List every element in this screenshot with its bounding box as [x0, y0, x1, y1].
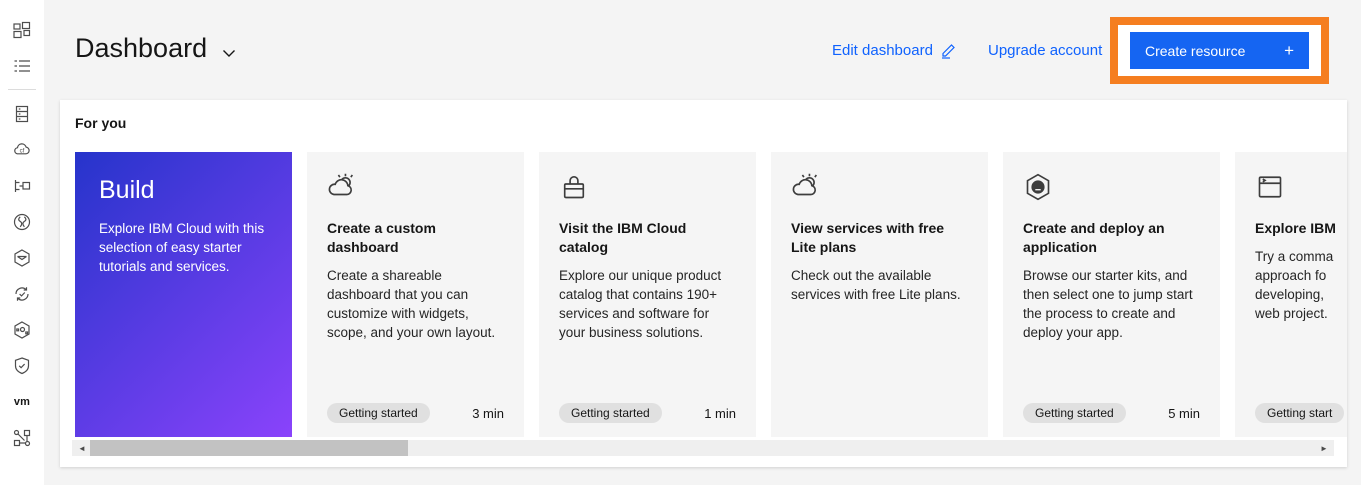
card-footer: Getting started 3 min	[327, 403, 504, 423]
create-resource-label: Create resource	[1145, 43, 1245, 59]
scroll-left-arrow[interactable]: ◄	[74, 440, 90, 456]
sync-check-icon	[12, 284, 32, 304]
cloud-foundry-icon: cf	[12, 140, 32, 160]
card-footer: Getting started 1 min	[559, 403, 736, 423]
sidebar-item-resource-list[interactable]	[0, 48, 44, 84]
edit-dashboard-link[interactable]: Edit dashboard	[832, 42, 957, 59]
card-title: Create and deploy an application	[1023, 219, 1200, 257]
left-nav: cf	[0, 0, 44, 485]
catalog-bag-icon	[559, 172, 589, 202]
card-build[interactable]: Build Explore IBM Cloud with this select…	[75, 152, 292, 437]
sidebar-divider	[8, 89, 36, 90]
card-body: Check out the available services with fr…	[791, 266, 968, 304]
getting-started-badge: Getting started	[1023, 403, 1126, 423]
network-graph-icon	[12, 428, 32, 448]
sidebar-item-services[interactable]	[0, 276, 44, 312]
upgrade-account-link[interactable]: Upgrade account	[988, 42, 1102, 59]
sidebar-item-apps[interactable]	[0, 240, 44, 276]
partly-cloudy-icon	[327, 172, 357, 202]
card-visit-catalog[interactable]: Visit the IBM Cloud catalog Explore our …	[539, 152, 756, 437]
sidebar-item-infrastructure[interactable]	[0, 168, 44, 204]
shield-check-icon	[12, 356, 32, 376]
card-body: Browse our starter kits, and then select…	[1023, 266, 1200, 342]
pencil-icon	[940, 42, 957, 59]
sidebar-item-functions[interactable]	[0, 204, 44, 240]
card-lite-plans[interactable]: View services with free Lite plans Check…	[771, 152, 988, 437]
card-footer: Getting start	[1255, 403, 1347, 423]
card-body-line: web project.	[1255, 304, 1347, 323]
list-icon	[12, 56, 32, 76]
card-title: Build	[99, 176, 268, 205]
vmware-label: vm	[14, 396, 30, 408]
card-body-line: Try a comma	[1255, 247, 1347, 266]
card-body: Create a shareable dashboard that you ca…	[327, 266, 504, 342]
create-resource-button[interactable]: Create resource +	[1130, 32, 1309, 69]
getting-started-badge: Getting started	[327, 403, 430, 423]
card-title: View services with free Lite plans	[791, 219, 968, 257]
for-you-panel: For you Build Explore IBM Cloud with thi…	[60, 100, 1347, 467]
annotation-highlight-box: Create resource +	[1110, 17, 1329, 84]
card-title: Create a custom dashboard	[327, 219, 504, 257]
card-body-line: approach fo	[1255, 266, 1347, 285]
cards-row: Build Explore IBM Cloud with this select…	[75, 152, 1347, 437]
sidebar-item-security[interactable]	[0, 348, 44, 384]
card-create-custom-dashboard[interactable]: Create a custom dashboard Create a share…	[307, 152, 524, 437]
card-title: Explore IBM	[1255, 219, 1347, 238]
sidebar-item-interconnect[interactable]	[0, 420, 44, 456]
getting-started-badge: Getting start	[1255, 403, 1344, 423]
plus-icon: +	[1284, 41, 1294, 61]
upgrade-account-label: Upgrade account	[988, 42, 1102, 59]
dashboard-switcher[interactable]	[222, 45, 236, 63]
infrastructure-icon	[12, 176, 32, 196]
sidebar-item-cloud-foundry[interactable]: cf	[0, 132, 44, 168]
package-hexagon-icon	[12, 248, 32, 268]
duration-label: 5 min	[1168, 406, 1200, 421]
card-explore-ibm-cli[interactable]: Explore IBM Try a comma approach fo deve…	[1235, 152, 1347, 437]
section-title: For you	[75, 115, 126, 131]
chevron-down-icon	[222, 49, 236, 58]
kubernetes-icon	[12, 320, 32, 340]
card-body: Explore our unique product catalog that …	[559, 266, 736, 342]
duration-label: 3 min	[472, 406, 504, 421]
scroll-right-arrow[interactable]: ►	[1316, 440, 1332, 456]
edit-dashboard-label: Edit dashboard	[832, 42, 933, 59]
dashboard-grid-icon	[12, 20, 32, 40]
page-title: Dashboard	[75, 33, 207, 64]
partly-cloudy-icon	[791, 172, 821, 202]
card-create-deploy-app[interactable]: Create and deploy an application Browse …	[1003, 152, 1220, 437]
cf-label: cf	[20, 148, 25, 154]
sidebar-item-instances[interactable]	[0, 96, 44, 132]
card-body-line: developing,	[1255, 285, 1347, 304]
application-starter-icon	[1023, 172, 1053, 202]
sidebar-item-dashboard[interactable]	[0, 12, 44, 48]
card-footer: Getting started 5 min	[1023, 403, 1200, 423]
card-body: Explore IBM Cloud with this selection of…	[99, 219, 268, 276]
sidebar-item-vmware[interactable]: vm	[0, 384, 44, 420]
functions-icon	[12, 212, 32, 232]
server-rack-icon	[12, 104, 32, 124]
card-title: Visit the IBM Cloud catalog	[559, 219, 736, 257]
scrollbar-thumb[interactable]	[90, 440, 408, 456]
sidebar-item-kubernetes[interactable]	[0, 312, 44, 348]
duration-label: 1 min	[704, 406, 736, 421]
getting-started-badge: Getting started	[559, 403, 662, 423]
horizontal-scrollbar[interactable]: ◄ ►	[72, 440, 1334, 456]
terminal-icon	[1255, 172, 1285, 202]
